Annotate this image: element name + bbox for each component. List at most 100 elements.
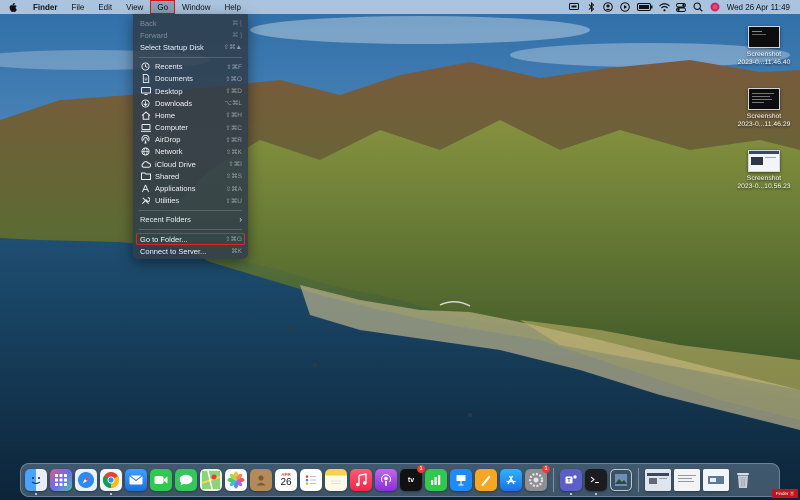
menu-item-shortcut: ⇧⌘▲ [223, 44, 242, 52]
menu-item-utilities[interactable]: Utilities ⇧⌘U [133, 195, 248, 207]
system-settings-dock-icon[interactable]: 1 [525, 465, 550, 491]
menu-item-desktop[interactable]: Desktop ⇧⌘D [133, 85, 248, 97]
preview-dock-icon[interactable] [610, 469, 632, 491]
safari-dock-icon[interactable] [75, 469, 97, 491]
menu-item-forward[interactable]: Forward ⌘ ] [133, 29, 248, 41]
numbers-dock-icon[interactable] [425, 469, 447, 491]
file-name: Screenshot 2023-0...10.56.23 [737, 175, 791, 190]
desktop-file-screenshot-2[interactable]: Screenshot 2023-0...11.46.29 [726, 88, 800, 129]
downloads-stack-icon[interactable] [703, 469, 729, 491]
menu-go[interactable]: Go [150, 0, 176, 14]
account-icon[interactable] [603, 2, 614, 13]
file-name: Screenshot 2023-0...11.46.40 [737, 51, 791, 66]
menu-item-shared[interactable]: Shared ⇧⌘S [133, 170, 248, 182]
mail-dock-icon[interactable] [125, 469, 147, 491]
menu-item-label: Forward [140, 30, 168, 40]
menu-item-go-to-folder[interactable]: Go to Folder... ⇧⌘G [136, 233, 245, 246]
menu-item-icloud-drive[interactable]: iCloud Drive ⇧⌘I [133, 158, 248, 170]
menu-item-label: Utilities [155, 196, 180, 206]
notes-dock-icon[interactable] [325, 469, 347, 491]
terminal-dock-icon[interactable] [585, 469, 607, 495]
contacts-dock-icon[interactable] [250, 469, 272, 491]
search-icon[interactable] [693, 2, 704, 13]
menu-item-shortcut: ⇧⌘U [225, 197, 242, 205]
menu-separator [139, 209, 242, 211]
facetime-dock-icon[interactable] [150, 469, 172, 491]
reminders-dock-icon[interactable] [300, 469, 322, 491]
menu-view[interactable]: View [119, 0, 150, 14]
menu-help[interactable]: Help [217, 0, 247, 14]
file-thumbnail [748, 88, 780, 110]
chrome-dock-icon[interactable] [100, 469, 122, 495]
menu-item-select-startup-disk[interactable]: Select Startup Disk ⇧⌘▲ [133, 41, 248, 53]
menu-item-label: Connect to Server... [140, 246, 207, 256]
menu-item-shortcut: ⇧⌘K [225, 148, 242, 156]
menu-item-computer[interactable]: Computer ⇧⌘C [133, 122, 248, 134]
menu-item-back[interactable]: Back ⌘ [ [133, 17, 248, 29]
dock-separator [638, 468, 639, 492]
menu-item-airdrop[interactable]: AirDrop ⇧⌘R [133, 134, 248, 146]
control-center-icon[interactable] [676, 2, 687, 13]
menu-item-label: Select Startup Disk [140, 42, 204, 52]
messages-dock-icon[interactable] [175, 469, 197, 491]
menu-item-label: Documents [155, 74, 193, 84]
file-thumbnail [748, 26, 780, 48]
teams-dock-icon[interactable] [560, 469, 582, 495]
menu-item-shortcut: ⇧⌘C [225, 124, 242, 132]
file-thumbnail [748, 150, 780, 172]
running-indicator [35, 493, 37, 495]
photos-dock-icon[interactable] [225, 469, 247, 491]
menu-item-connect-to-server[interactable]: Connect to Server... ⌘K [133, 245, 248, 257]
menu-item-recents[interactable]: Recents ⇧⌘F [133, 61, 248, 73]
menu-item-shortcut: ⇧⌘O [224, 75, 242, 83]
menu-separator [139, 229, 242, 230]
menu-window[interactable]: Window [175, 0, 217, 14]
finder-dock-icon[interactable] [25, 469, 47, 495]
menu-item-shortcut: ⌥⌘L [224, 100, 242, 108]
chevron-right-icon: › [239, 215, 242, 225]
trash-icon[interactable] [732, 469, 754, 491]
running-indicator [110, 493, 112, 495]
menu-item-label: Downloads [155, 98, 193, 108]
menu-item-documents[interactable]: Documents ⇧⌘O [133, 73, 248, 85]
play-icon[interactable] [620, 2, 631, 13]
menu-item-home[interactable]: Home ⇧⌘H [133, 109, 248, 121]
app-store-dock-icon[interactable] [500, 469, 522, 491]
notification-badge: 1 [542, 465, 550, 473]
notification-badge: 1 [417, 465, 425, 473]
airdrop-icon [140, 135, 151, 145]
maps-dock-icon[interactable] [200, 469, 222, 491]
apple-menu-icon[interactable] [0, 0, 26, 14]
menu-item-label: Recent Folders [140, 215, 191, 225]
bluetooth-icon[interactable] [586, 2, 597, 13]
utilities-icon [140, 196, 151, 206]
dock-separator [553, 468, 554, 492]
menu-item-label: Go to Folder... [140, 234, 188, 244]
menu-item-network[interactable]: Network ⇧⌘K [133, 146, 248, 158]
menu-item-recent-folders[interactable]: Recent Folders › [133, 214, 248, 226]
keynote-dock-icon[interactable] [450, 469, 472, 491]
menu-item-applications[interactable]: Applications ⇧⌘A [133, 182, 248, 194]
menu-file[interactable]: File [64, 0, 91, 14]
desktop-file-screenshot-1[interactable]: Screenshot 2023-0...11.46.40 [726, 26, 800, 67]
menu-finder[interactable]: Finder [26, 0, 64, 14]
menu-item-shortcut: ⌘ ] [231, 32, 242, 40]
menu-item-downloads[interactable]: Downloads ⌥⌘L [133, 97, 248, 109]
apple-tv-dock-icon[interactable]: tv 1 [400, 465, 425, 491]
menu-edit[interactable]: Edit [91, 0, 119, 14]
menu-item-shortcut: ⇧⌘F [226, 63, 242, 71]
desktop-file-screenshot-3[interactable]: Screenshot 2023-0...10.56.23 [726, 150, 800, 191]
network-icon [140, 147, 151, 157]
recent-document-thumbnail-icon[interactable] [674, 469, 700, 491]
battery-icon[interactable] [636, 2, 653, 13]
screen-mirror-icon[interactable] [569, 2, 580, 13]
music-dock-icon[interactable] [350, 469, 372, 491]
recent-window-thumbnail-icon[interactable] [645, 469, 671, 491]
launchpad-dock-icon[interactable] [50, 469, 72, 491]
wifi-icon[interactable] [658, 2, 670, 13]
menubar-clock[interactable]: Wed 26 Apr 11:49 [727, 3, 790, 12]
podcasts-dock-icon[interactable] [375, 469, 397, 491]
siri-icon[interactable] [710, 2, 721, 13]
pages-dock-icon[interactable] [475, 469, 497, 491]
calendar-dock-icon[interactable]: APR 26 [275, 469, 297, 491]
